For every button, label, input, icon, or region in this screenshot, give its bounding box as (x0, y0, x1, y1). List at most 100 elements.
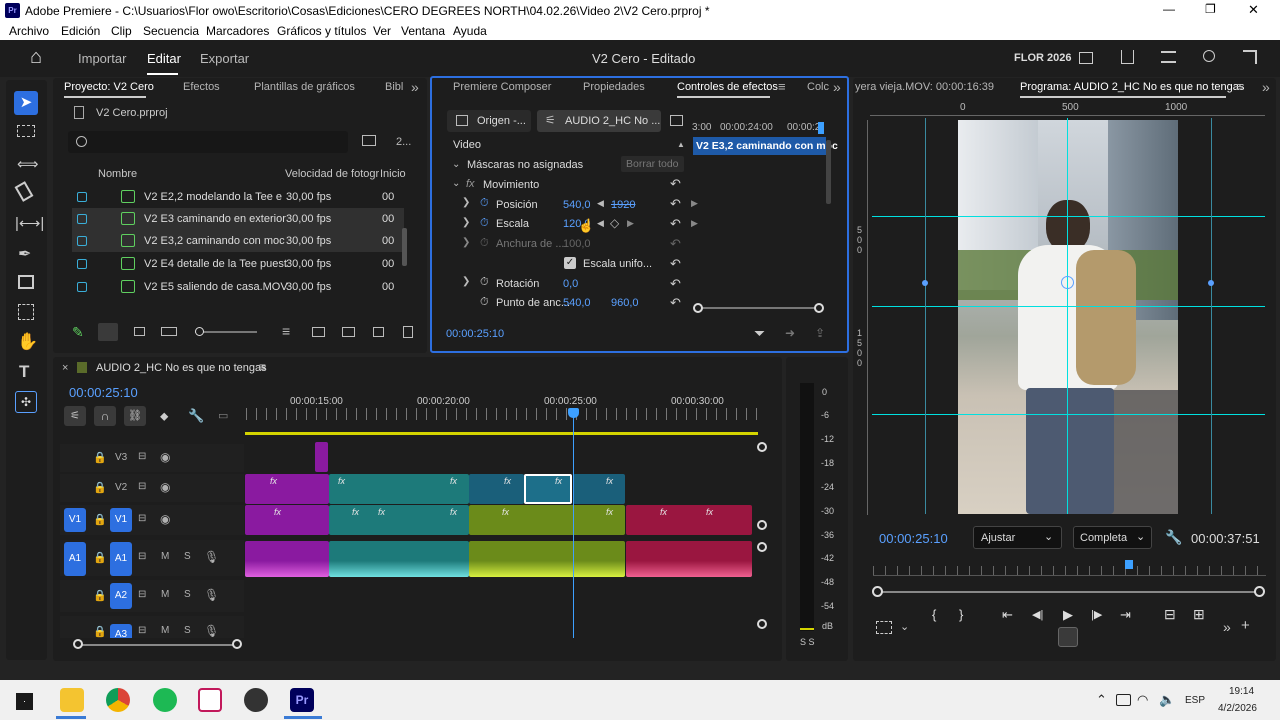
sync-lock-icon[interactable]: ⊟ (138, 451, 146, 462)
timeline-clip[interactable] (573, 474, 625, 504)
position-x-value[interactable]: 540,0 (563, 199, 591, 211)
menu-clip[interactable]: Clip (111, 24, 132, 38)
list-item[interactable]: V2 E2,2 modelando la Tee e 30,00 fps 00 (72, 186, 404, 208)
clip-tab-label[interactable]: AUDIO 2_HC No ... (565, 115, 660, 127)
fullscreen-icon[interactable] (1243, 50, 1257, 64)
menu-ayuda[interactable]: Ayuda (453, 24, 487, 38)
tab-premiere-composer[interactable]: Premiere Composer (453, 81, 551, 93)
maximize-button[interactable]: ❐ (1205, 2, 1216, 16)
premiere-taskbar-icon[interactable]: Pr (290, 688, 314, 712)
icon-view-icon[interactable] (134, 327, 145, 336)
stopwatch-icon[interactable]: ⏱ (480, 217, 489, 230)
slip-tool-icon[interactable]: |⟷| (15, 214, 44, 232)
sync-lock-icon[interactable]: ⊟ (138, 481, 146, 492)
timeline-hscroll-handle-right[interactable] (232, 639, 242, 649)
chevron-down-icon[interactable]: ⌄ (900, 620, 909, 633)
eye-icon[interactable]: ◉ (160, 480, 170, 494)
fx-badge[interactable]: fx (660, 507, 667, 517)
column-start[interactable]: Inicio (380, 168, 406, 180)
microphone-icon[interactable]: 🎙 (204, 624, 219, 638)
timeline-clip[interactable] (329, 505, 469, 535)
fx-badge[interactable]: fx (352, 507, 359, 517)
timeline-timecode[interactable]: 00:00:25:10 (69, 385, 138, 400)
mute-button[interactable]: M (161, 551, 169, 562)
stopwatch-icon[interactable]: ⏱ (480, 197, 489, 210)
ec-playhead-marker[interactable] (818, 122, 824, 134)
tab-effect-controls[interactable]: Controles de efectos (677, 81, 778, 93)
reset-icon[interactable]: ↶ (670, 176, 681, 192)
program-zoom-left-handle[interactable] (872, 586, 883, 597)
share-icon[interactable] (1121, 50, 1134, 64)
home-icon[interactable]: ⌂ (30, 46, 42, 69)
more-tabs-button[interactable]: » (833, 79, 841, 95)
chevron-right-icon[interactable]: ❯ (462, 217, 470, 228)
program-zoom-bar[interactable] (878, 591, 1260, 593)
prev-keyframe-icon[interactable]: ◀ (597, 218, 604, 229)
chevron-down-icon[interactable]: ⌄ (452, 178, 460, 189)
add-keyframe-icon[interactable]: ◇ (610, 216, 619, 230)
freeform-view-icon[interactable] (161, 327, 177, 336)
automate-icon[interactable] (312, 327, 325, 337)
label-color-swatch[interactable] (77, 259, 87, 269)
close-sequence-icon[interactable]: × (62, 362, 68, 374)
stopwatch-icon[interactable]: ⏱ (480, 276, 489, 289)
label-color-swatch[interactable] (77, 236, 87, 246)
step-back-button[interactable]: ◀| (1032, 608, 1043, 621)
list-item[interactable]: V2 E3,2 caminando con moc 30,00 fps 00 (72, 230, 404, 252)
label-color-swatch[interactable] (77, 282, 87, 292)
guide-horizontal[interactable] (872, 306, 1265, 307)
next-keyframe-icon[interactable]: ▶ (627, 218, 634, 229)
work-area-bar[interactable] (245, 432, 758, 435)
network-icon[interactable] (1116, 694, 1131, 706)
fit-dropdown[interactable]: Ajustar ⌄ (973, 526, 1062, 549)
go-to-out-button[interactable]: ⇥ (1120, 607, 1131, 623)
rectangle-tool-icon[interactable] (18, 275, 34, 289)
mute-button[interactable]: M (161, 589, 169, 600)
next-keyframe-icon[interactable]: ▶ (691, 218, 698, 229)
language-indicator[interactable]: ESP (1185, 695, 1205, 706)
ec-zoom-handle-left[interactable] (693, 303, 703, 313)
anchor-y-value[interactable]: 960,0 (611, 297, 639, 309)
more-controls-icon[interactable]: » (1223, 619, 1231, 635)
stopwatch-icon[interactable]: ⏱ (480, 296, 489, 309)
list-view-icon[interactable] (98, 323, 118, 341)
chevron-right-icon[interactable]: ❯ (462, 197, 470, 208)
timeline-settings-icon[interactable]: 🔧 (188, 408, 204, 424)
lift-button[interactable]: ⊟ (1164, 606, 1176, 623)
type-tool-icon[interactable]: T (19, 362, 29, 382)
fx-badge[interactable]: fx (555, 476, 562, 486)
fx-badge[interactable]: fx (706, 507, 713, 517)
mark-out-button[interactable]: } (959, 607, 963, 622)
anchor-point-icon[interactable] (1061, 276, 1074, 289)
program-zoom-right-handle[interactable] (1254, 586, 1265, 597)
fx-badge[interactable]: fx (502, 507, 509, 517)
quality-dropdown[interactable]: Completa ⌄ (1073, 526, 1152, 549)
lock-icon[interactable]: 🔒 (93, 589, 107, 602)
fx-badge[interactable]: fx (270, 476, 277, 486)
panel-menu-icon[interactable]: ≡ (259, 360, 266, 374)
timeline-clip[interactable] (469, 474, 524, 504)
timeline-vscroll-handle[interactable] (757, 542, 767, 552)
track-motion-tool-icon[interactable] (18, 304, 34, 320)
anchor-x-value[interactable]: 540,0 (563, 297, 591, 309)
source-monitor-tab[interactable]: yera vieja.MOV: 00:00:16:39 (855, 81, 1005, 93)
clear-all-button[interactable]: Borrar todo (621, 156, 684, 172)
lock-icon[interactable]: 🔒 (93, 451, 107, 464)
ec-timecode[interactable]: 00:00:25:10 (446, 328, 504, 340)
menu-marcadores[interactable]: Marcadores (206, 24, 269, 38)
clock-time[interactable]: 19:14 (1229, 686, 1254, 697)
search-icon[interactable] (1203, 50, 1215, 62)
search-field[interactable] (68, 131, 348, 153)
menu-graficos[interactable]: Gráficos y títulos (277, 24, 366, 38)
mark-in-button[interactable]: { (932, 607, 936, 622)
toggle-timeline-view-icon[interactable] (670, 115, 683, 126)
timeline-clip[interactable] (315, 442, 328, 472)
timeline-clip[interactable] (626, 505, 752, 535)
panel-layout-icon[interactable] (1079, 52, 1093, 64)
track-target-v1[interactable]: V1 (110, 508, 132, 532)
selection-tool-icon[interactable]: ➤ (14, 91, 38, 115)
track-target-a2[interactable]: A2 (110, 583, 132, 609)
pencil-icon[interactable]: ✎ (72, 324, 84, 341)
timeline-vscroll-handle[interactable] (757, 520, 767, 530)
solo-button[interactable]: S (184, 589, 191, 600)
